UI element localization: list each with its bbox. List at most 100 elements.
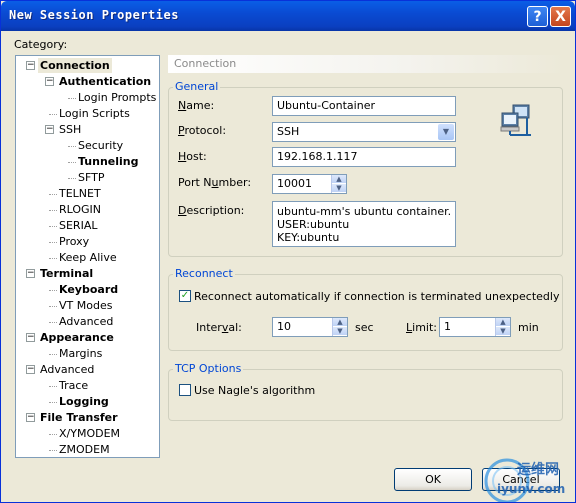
close-button[interactable]: X (550, 6, 571, 27)
tcp-options-group-title: TCP Options (173, 362, 244, 375)
tree-item-advanced[interactable]: Advanced (40, 362, 94, 377)
port-spinner[interactable]: ▲ ▼ (331, 175, 346, 193)
tree-connector (49, 290, 57, 291)
help-button[interactable]: ? (527, 6, 548, 27)
interval-spinner[interactable]: ▲ ▼ (332, 318, 347, 336)
description-label: Description: (178, 204, 245, 217)
tree-connector (68, 98, 76, 99)
tree-item-rlogin[interactable]: RLOGIN (59, 202, 101, 217)
spin-down-icon[interactable]: ▼ (332, 184, 346, 193)
tree-item-proxy[interactable]: Proxy (59, 234, 89, 249)
tree-item-ssh[interactable]: SSH (59, 122, 81, 137)
tree-connector (49, 194, 57, 195)
name-label: Name: (178, 99, 215, 112)
tree-item-security[interactable]: Security (78, 138, 123, 153)
tree-expander-icon[interactable]: − (45, 77, 54, 86)
tree-expander-icon[interactable]: − (26, 333, 35, 342)
tree-connector (49, 354, 57, 355)
tree-item-file-transfer[interactable]: File Transfer (40, 410, 118, 425)
spin-up-icon[interactable]: ▲ (333, 318, 347, 327)
description-textarea[interactable]: ubuntu-mm's ubuntu container. USER:ubunt… (272, 201, 456, 247)
interval-unit: sec (355, 321, 374, 334)
interval-value: 10 (277, 320, 291, 333)
tree-expander-icon[interactable]: − (26, 61, 35, 70)
tree-connector (49, 434, 57, 435)
nagle-checkbox[interactable] (179, 384, 191, 396)
tree-item-keyboard[interactable]: Keyboard (59, 282, 118, 297)
limit-value: 1 (444, 320, 451, 333)
tree-item-sftp[interactable]: SFTP (78, 170, 104, 185)
tree-connector (49, 226, 57, 227)
spin-up-icon[interactable]: ▲ (496, 318, 510, 327)
tree-item-tunneling[interactable]: Tunneling (78, 154, 139, 169)
spin-down-icon[interactable]: ▼ (333, 327, 347, 336)
tree-connector (49, 210, 57, 211)
tree-item-advanced[interactable]: Advanced (59, 314, 113, 329)
tree-item-zmodem[interactable]: ZMODEM (59, 442, 110, 457)
protocol-value: SSH (277, 125, 300, 138)
tree-connector (49, 306, 57, 307)
reconnect-auto-label: Reconnect automatically if connection is… (194, 290, 560, 303)
limit-input[interactable]: 1 ▲ ▼ (439, 317, 511, 337)
tree-connector (49, 242, 57, 243)
tree-item-serial[interactable]: SERIAL (59, 218, 97, 233)
tree-connector (49, 322, 57, 323)
tree-item-authentication[interactable]: Authentication (59, 74, 151, 89)
check-icon: ✓ (180, 290, 190, 301)
panel-header: Connection (168, 55, 565, 73)
tree-item-appearance[interactable]: Appearance (40, 330, 114, 345)
reconnect-checkbox[interactable]: ✓ (179, 290, 191, 302)
tree-expander-icon[interactable]: − (26, 269, 35, 278)
tree-item-x-ymodem[interactable]: X/YMODEM (59, 426, 120, 441)
tree-item-telnet[interactable]: TELNET (59, 186, 101, 201)
tree-item-login-scripts[interactable]: Login Scripts (59, 106, 130, 121)
tree-item-margins[interactable]: Margins (59, 346, 102, 361)
chevron-down-icon[interactable]: ▼ (438, 124, 454, 140)
tree-connector (49, 258, 57, 259)
tree-expander-icon[interactable]: − (26, 413, 35, 422)
title-bar[interactable]: New Session Properties ? X (1, 1, 575, 31)
tree-item-keep-alive[interactable]: Keep Alive (59, 250, 117, 265)
description-line: KEY:ubuntu (277, 231, 340, 244)
tree-connector (49, 402, 57, 403)
category-tree[interactable]: − Connection − Authentication Login Prompts L… (15, 55, 160, 458)
tree-item-terminal[interactable]: Terminal (40, 266, 93, 281)
tree-item-connection[interactable]: Connection (38, 58, 112, 73)
window-title: New Session Properties (9, 8, 179, 22)
tree-connector (49, 386, 57, 387)
host-input[interactable]: 192.168.1.117 (272, 147, 456, 167)
tree-connector (49, 450, 57, 451)
name-input[interactable]: Ubuntu-Container (272, 96, 456, 116)
tree-item-logging[interactable]: Logging (59, 394, 109, 409)
limit-unit: min (518, 321, 539, 334)
port-label: Port Number: (178, 176, 252, 189)
session-properties-dialog: New Session Properties ? X Category: − Co… (0, 0, 576, 503)
network-computer-icon (499, 103, 535, 137)
spin-down-icon[interactable]: ▼ (496, 327, 510, 336)
watermark-text-cn: 运维网 (517, 462, 559, 478)
panel-title: Connection (174, 57, 237, 70)
interval-label: Interval: (196, 321, 242, 334)
category-label: Category: (14, 38, 68, 51)
port-value: 10001 (277, 177, 312, 190)
tree-item-login-prompts[interactable]: Login Prompts (78, 90, 156, 105)
limit-label: Limit: (406, 321, 437, 334)
tree-item-vt-modes[interactable]: VT Modes (59, 298, 112, 313)
tree-item-trace[interactable]: Trace (59, 378, 88, 393)
tree-expander-icon[interactable]: − (26, 365, 35, 374)
reconnect-group (168, 274, 563, 351)
ok-button[interactable]: OK (394, 468, 472, 491)
tree-expander-icon[interactable]: − (45, 125, 54, 134)
tree-connector (68, 178, 76, 179)
spin-up-icon[interactable]: ▲ (332, 175, 346, 184)
tree-connector (49, 114, 57, 115)
watermark-logo: 运维网 iyunv.com (477, 457, 575, 502)
limit-spinner[interactable]: ▲ ▼ (495, 318, 510, 336)
description-line: ubuntu-mm's ubuntu container. (277, 205, 452, 218)
port-input[interactable]: 10001 ▲ ▼ (272, 174, 347, 194)
interval-input[interactable]: 10 ▲ ▼ (272, 317, 348, 337)
reconnect-group-title: Reconnect (173, 267, 235, 280)
watermark-text-url: iyunv.com (497, 482, 566, 496)
protocol-select[interactable]: SSH ▼ (272, 122, 456, 142)
general-group-title: General (173, 80, 221, 93)
